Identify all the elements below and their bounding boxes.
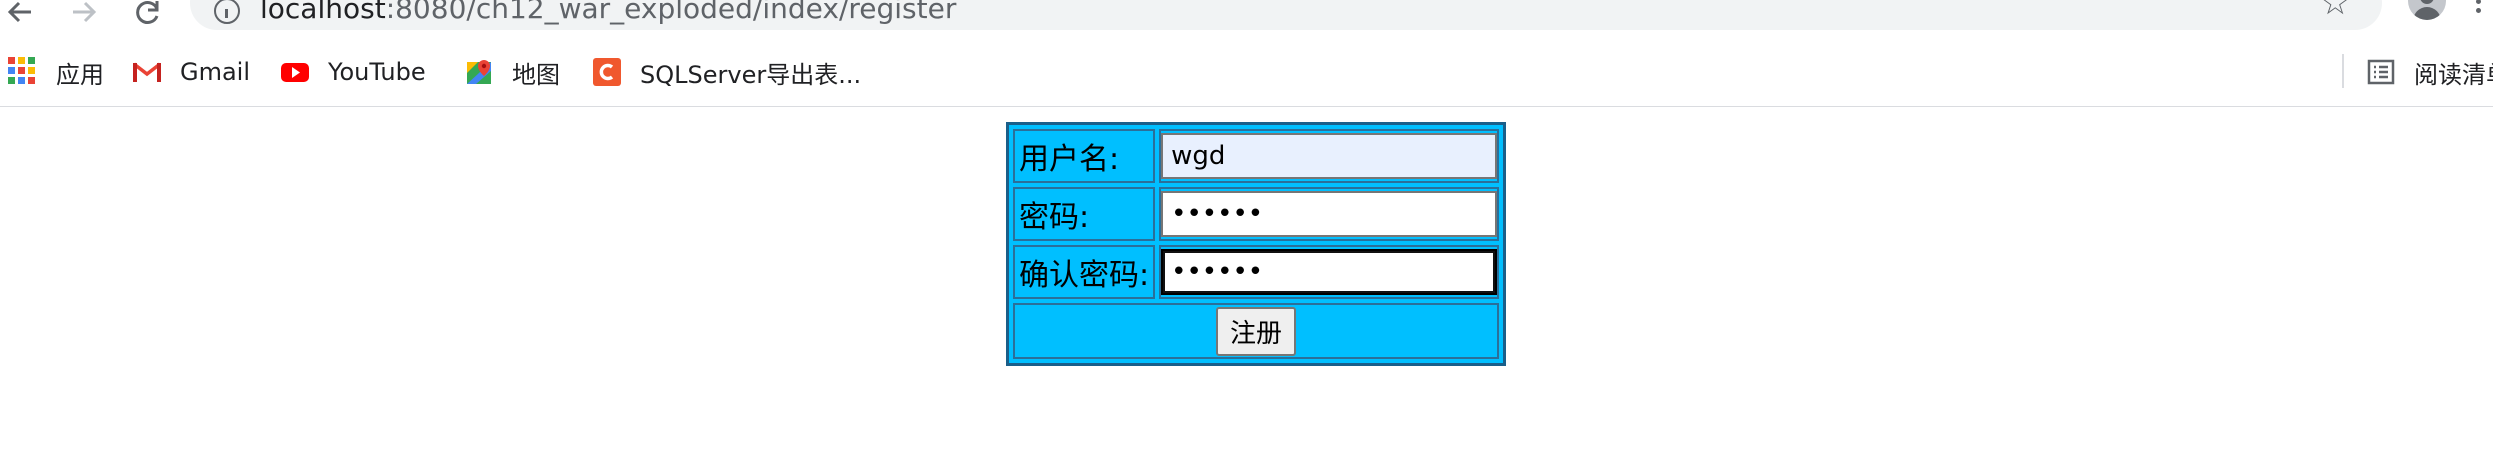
register-table: 用户名: 密码: 确认密码: 注册 bbox=[1006, 122, 1507, 366]
forward-arrow-icon[interactable] bbox=[64, 0, 104, 32]
username-row: 用户名: bbox=[1013, 129, 1500, 183]
confirm-password-row: 确认密码: bbox=[1013, 245, 1500, 299]
password-cell bbox=[1159, 187, 1500, 241]
username-label: 用户名: bbox=[1013, 129, 1156, 183]
youtube-icon bbox=[280, 57, 310, 87]
username-cell bbox=[1159, 129, 1500, 183]
reading-list-icon bbox=[2366, 57, 2396, 87]
bookmarks-bar: 应用 Gmail YouTube 地图 SQLServer导出表... 阅读清 bbox=[0, 40, 2493, 107]
apps-grid-icon bbox=[8, 57, 38, 87]
confirm-password-input[interactable] bbox=[1161, 249, 1498, 295]
register-button[interactable]: 注册 bbox=[1216, 306, 1297, 356]
bookmark-youtube[interactable]: YouTube bbox=[280, 52, 426, 92]
bookmark-label: Gmail bbox=[180, 58, 251, 86]
password-label: 密码: bbox=[1013, 187, 1156, 241]
bookmark-maps[interactable]: 地图 bbox=[464, 52, 560, 92]
password-row: 密码: bbox=[1013, 187, 1500, 241]
bookmark-label: YouTube bbox=[328, 58, 426, 86]
bookmark-star-icon[interactable]: ☆ bbox=[2320, 0, 2350, 20]
url-text[interactable]: localhost:8080/ch12_war_exploded/index/r… bbox=[260, 0, 956, 25]
bookmark-label: 应用 bbox=[56, 60, 104, 89]
bookmarks-divider bbox=[2342, 54, 2344, 88]
password-input[interactable] bbox=[1161, 191, 1498, 237]
username-input[interactable] bbox=[1161, 133, 1498, 179]
site-info-icon[interactable] bbox=[214, 0, 240, 24]
gmail-icon bbox=[132, 57, 162, 87]
browser-toolbar: localhost:8080/ch12_war_exploded/index/r… bbox=[0, 0, 2493, 40]
reading-list-label: 阅读清单 bbox=[2414, 60, 2493, 89]
bookmark-gmail[interactable]: Gmail bbox=[132, 52, 250, 92]
profile-avatar[interactable] bbox=[2408, 0, 2446, 20]
submit-row: 注册 bbox=[1013, 303, 1500, 359]
maps-icon bbox=[464, 57, 494, 87]
bookmark-c-icon bbox=[592, 57, 622, 87]
reading-list-button[interactable]: 阅读清单 bbox=[2366, 52, 2493, 92]
bookmark-apps[interactable]: 应用 bbox=[8, 52, 104, 92]
menu-kebab-icon[interactable] bbox=[2476, 0, 2482, 17]
bookmark-label: SQLServer导出表... bbox=[640, 60, 862, 89]
reload-icon[interactable] bbox=[128, 0, 168, 32]
bookmark-sqlserver[interactable]: SQLServer导出表... bbox=[592, 52, 861, 92]
address-bar[interactable]: localhost:8080/ch12_war_exploded/index/r… bbox=[190, 0, 2382, 30]
submit-cell: 注册 bbox=[1013, 303, 1500, 359]
back-arrow-icon[interactable] bbox=[0, 0, 40, 32]
bookmark-label: 地图 bbox=[512, 60, 560, 89]
confirm-password-label: 确认密码: bbox=[1013, 245, 1156, 299]
confirm-password-cell bbox=[1159, 245, 1500, 299]
